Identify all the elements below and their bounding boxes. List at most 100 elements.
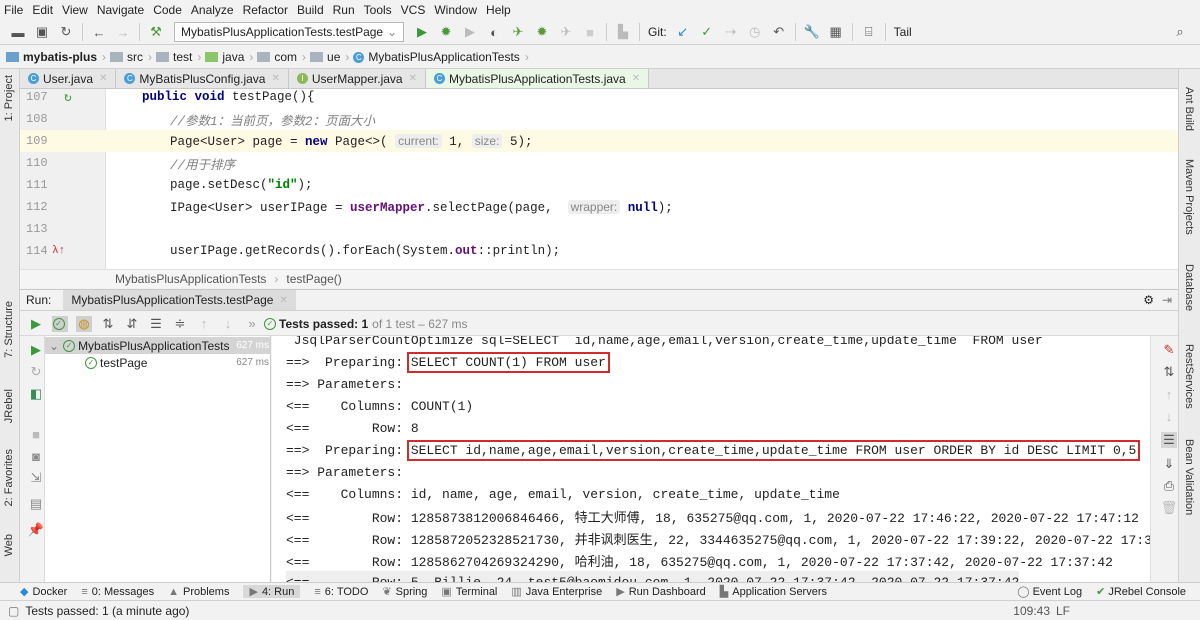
tool-run-dashboard[interactable]: ▶ Run Dashboard [616,585,706,599]
close-icon[interactable]: ✕ [99,73,107,84]
menu-navigate[interactable]: Navigate [97,3,144,17]
run-gutter-icon[interactable]: ↻ [64,90,72,105]
tool-event-log[interactable]: ◯ Event Log [1017,585,1082,599]
run-tab[interactable]: MybatisPlusApplicationTests.testPage ✕ [63,290,296,310]
lambda-gutter-icon[interactable]: λ↑ [52,245,65,257]
tool-favorites[interactable]: 2: Favorites [3,449,15,506]
trash-icon[interactable]: 🗑 [1161,500,1178,516]
show-passed-icon[interactable]: ✓ [52,315,68,332]
gear-icon[interactable]: ⚙ [1143,293,1154,307]
git-history-icon[interactable]: ◷ [747,24,763,40]
breadcrumb-item[interactable]: C MybatisPlusApplicationTests › [353,50,529,64]
sort-alpha-icon[interactable]: ⇅ [100,316,116,332]
caret-position[interactable]: 109:43 [1013,604,1050,618]
more-icon[interactable]: » [244,316,260,332]
close-icon[interactable]: ✕ [409,73,417,84]
run-coverage-icon[interactable]: ▶ [462,24,478,40]
rerun-icon[interactable]: ▶ [28,316,44,332]
menu-build[interactable]: Build [297,3,324,17]
profile-icon[interactable]: ◐ [486,24,502,40]
chevron-down-icon[interactable]: ⌄ [49,339,59,353]
menu-file[interactable]: File [4,3,23,17]
stop-icon[interactable]: ■ [28,426,44,442]
breadcrumb-item[interactable]: src › [110,50,152,64]
search-icon[interactable]: ⌕ [1172,24,1188,40]
translate-icon[interactable]: ⌸ [861,24,877,40]
hide-icon[interactable]: ⇥ [1162,293,1172,307]
rerun-failed-icon[interactable]: ▶ [28,342,44,358]
close-icon[interactable]: ✕ [632,73,640,84]
expand-all-icon[interactable]: ☰ [148,316,164,332]
menu-refactor[interactable]: Refactor [243,3,288,17]
soft-wrap-sort-icon[interactable]: ⇅ [1161,364,1177,380]
breadcrumb-item[interactable]: com › [257,50,306,64]
clear-icon[interactable]: ✎ [1161,342,1177,358]
tail-button[interactable]: Tail [894,25,912,39]
tool-project[interactable]: 1: Project [3,75,15,121]
up-icon[interactable]: ↑ [1161,386,1177,402]
git-revert-icon[interactable]: ↶ [771,24,787,40]
jrebel-disabled-icon[interactable]: ✈ [558,24,574,40]
tool-restservices[interactable]: RestServices [1183,344,1195,409]
tree-row-method[interactable]: ✓ testPage 627 ms [45,354,271,371]
menu-analyze[interactable]: Analyze [191,3,234,17]
menu-tools[interactable]: Tools [364,3,392,17]
menu-help[interactable]: Help [486,3,511,17]
tool-bean-validation[interactable]: Bean Validation [1183,439,1195,515]
forward-icon[interactable]: → [115,24,131,40]
export-icon[interactable]: ⇲ [28,470,44,486]
pin-icon[interactable]: 📌 [28,522,44,538]
tree-row-class[interactable]: ⌄ ✓ MybatisPlusApplicationTests 627 ms [45,337,271,354]
jrebel-icon[interactable]: ◧ [28,386,44,402]
breadcrumb-item[interactable]: test › [156,50,201,64]
menu-run[interactable]: Run [333,3,355,17]
tool-jrebel-console[interactable]: ✔ JRebel Console [1096,585,1186,599]
tool-docker[interactable]: ◆ Docker [20,585,67,599]
build-hammer-icon[interactable]: ⚒ [148,24,164,40]
next-icon[interactable]: ↓ [220,316,236,332]
tool-java-enterprise[interactable]: ▥ Java Enterprise [511,585,602,599]
breadcrumb-item[interactable]: java › [205,50,253,64]
tool-web[interactable]: Web [3,534,15,556]
breadcrumb-item[interactable]: mybatis-plus › [6,50,106,64]
jrebel-debug-icon[interactable]: ✹ [534,24,550,40]
menu-code[interactable]: Code [153,3,182,17]
tool-database[interactable]: Database [1183,264,1195,311]
toggle-autotest-icon[interactable]: ↻ [28,364,44,380]
tool-terminal[interactable]: ▣ Terminal [441,585,497,599]
camera-icon[interactable]: ◙ [28,448,44,464]
stop-icon[interactable]: ■ [582,24,598,40]
menu-edit[interactable]: Edit [32,3,53,17]
code-editor[interactable]: 107 public void testPage(){↻ 108 //参数1：当前页，… [20,89,1178,269]
show-ignored-icon[interactable]: ◍ [76,315,92,332]
print-icon[interactable]: ⎙ [1161,478,1177,494]
tool-ant-build[interactable]: Ant Build [1183,87,1195,131]
layout-icon[interactable]: ▤ [28,496,44,512]
tool-spring[interactable]: ❦ Spring [382,585,427,599]
git-update-icon[interactable]: ↙ [675,24,691,40]
jrebel-run-icon[interactable]: ✈ [510,24,526,40]
sort-duration-icon[interactable]: ⇵ [124,316,140,332]
git-compare-icon[interactable]: ⇢ [723,24,739,40]
project-structure-icon[interactable]: ▙ [615,24,631,40]
soft-wrap-icon[interactable]: ☰ [1161,432,1177,448]
tool-0-messages[interactable]: ≡ 0: Messages [81,586,154,598]
tool-6-todo[interactable]: ≡ 6: TODO [314,586,368,598]
save-icon[interactable]: ▣ [34,24,50,40]
menu-view[interactable]: View [62,3,88,17]
down-icon[interactable]: ↓ [1161,408,1177,424]
crumb-class[interactable]: MybatisPlusApplicationTests [115,272,266,286]
breadcrumb-item[interactable]: ue › [310,50,349,64]
scroll-to-end-icon[interactable]: ⇓ [1161,456,1177,472]
crumb-method[interactable]: testPage() [286,272,341,286]
close-icon[interactable]: ✕ [279,295,287,306]
run-icon[interactable]: ▶ [414,24,430,40]
close-icon[interactable]: ✕ [271,73,279,84]
line-separator[interactable]: LF [1056,604,1070,618]
collapse-all-icon[interactable]: ≑ [172,316,188,332]
prev-icon[interactable]: ↑ [196,316,212,332]
tool-maven-projects[interactable]: Maven Projects [1183,159,1195,235]
open-icon[interactable]: ▬ [10,24,26,40]
tool-structure[interactable]: 7: Structure [3,301,15,358]
back-icon[interactable]: ← [91,24,107,40]
